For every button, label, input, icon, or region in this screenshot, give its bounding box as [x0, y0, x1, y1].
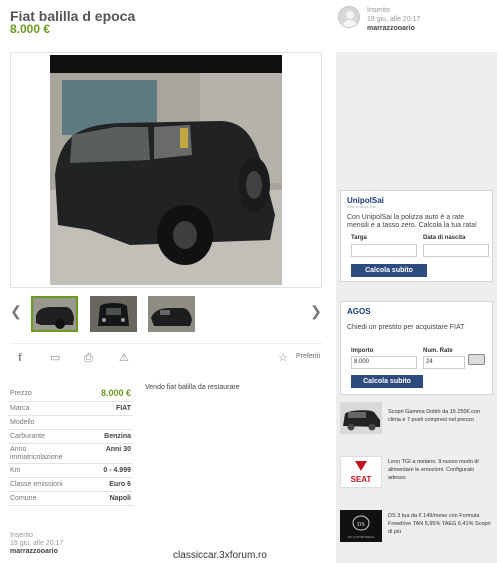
- spec-row: Comune Napoli: [8, 492, 133, 506]
- agos-calculate-button[interactable]: Calcola subito: [351, 375, 423, 388]
- seat-logo-text: SEAT: [351, 475, 372, 484]
- birthdate-input[interactable]: [423, 244, 489, 257]
- warning-icon[interactable]: ⚠: [119, 352, 129, 364]
- watermark: classiccar.3xforum.ro: [130, 549, 310, 563]
- ds-logo[interactable]: DS DS AUTOMOBILES: [340, 510, 382, 542]
- spec-key: Classe emissioni: [10, 481, 63, 488]
- main-photo[interactable]: [50, 55, 282, 285]
- listing-description: Vendo fiat balilla da restaurare: [145, 384, 240, 391]
- targa-input[interactable]: [351, 244, 417, 257]
- spec-key: Prezzo: [10, 390, 32, 397]
- spec-value: FIAT: [115, 405, 131, 412]
- targa-label: Targa: [351, 235, 367, 241]
- seller-username[interactable]: marrazzooario: [367, 24, 420, 33]
- seat-logo[interactable]: SEAT: [340, 456, 382, 488]
- seller-username[interactable]: marrazzooario: [10, 548, 63, 556]
- listing-price: 8.000 €: [10, 22, 51, 36]
- posted-date: 19 giu, alle 20:17: [10, 540, 64, 547]
- spec-value: Anni 30: [105, 446, 131, 453]
- favorite-label[interactable]: Preferiti: [296, 353, 320, 360]
- spec-row: Carburante Benzina: [8, 430, 133, 444]
- ds-logo-text: DS AUTOMOBILES: [348, 535, 374, 539]
- spec-key: Marca: [10, 405, 30, 412]
- promo-ds[interactable]: DS DS AUTOMOBILES DS 3 tua da € 149/mese …: [340, 510, 493, 550]
- thumbnail-2[interactable]: [90, 296, 137, 332]
- spec-row: Anno immatricolazione Anni 30: [8, 444, 133, 464]
- promo-text[interactable]: Leon TGI a metano. Il nuovo modo di alim…: [388, 458, 493, 482]
- spec-value: 0 - 4.999: [103, 467, 131, 474]
- installments-label: Num. Rate: [423, 348, 453, 354]
- spec-key: Modello: [10, 419, 35, 426]
- action-bar: f ▭ ⎙ ⚠ ☆ Preferiti: [10, 343, 322, 371]
- agos-logo: AGOS: [347, 307, 371, 316]
- star-icon[interactable]: ☆: [278, 352, 288, 364]
- amount-input[interactable]: 8.000: [351, 356, 417, 369]
- spec-row: Km 0 - 4.999: [8, 464, 133, 478]
- message-icon[interactable]: ▭: [50, 352, 60, 364]
- avatar[interactable]: [338, 6, 360, 28]
- birthdate-label: Data di nascita: [423, 235, 466, 241]
- spec-key: Km: [10, 467, 21, 474]
- unipol-logo: UnipolSai ASSICURAZIONI: [347, 196, 384, 209]
- posted-label: Inserito: [367, 7, 390, 14]
- unipol-sub: ASSICURAZIONI: [347, 205, 377, 209]
- specs-table: Prezzo 8.000 € Marca FIAT Modello Carbur…: [8, 386, 133, 506]
- spec-row-price: Prezzo 8.000 €: [8, 386, 133, 402]
- print-icon[interactable]: ⎙: [84, 352, 93, 364]
- posted-date: 19 giu, alle 20:17: [367, 16, 421, 23]
- chevron-left-icon[interactable]: ❮: [10, 304, 22, 318]
- facebook-icon[interactable]: f: [18, 352, 22, 364]
- calculator-icon[interactable]: [468, 354, 485, 365]
- promo-car-image[interactable]: [340, 402, 382, 434]
- spec-value: Benzina: [104, 433, 131, 440]
- seller-info-top: Inserito 19 giu, alle 20:17 marrazzooari…: [338, 6, 498, 34]
- svg-text:DS: DS: [357, 522, 365, 528]
- seller-info-bottom: Inserito 19 giu, alle 20:17 marrazzooari…: [10, 532, 63, 556]
- sidebar-ads: UnipolSai ASSICURAZIONI Con UnipolSai la…: [336, 52, 497, 563]
- amount-label: Importo: [351, 348, 374, 354]
- chevron-right-icon[interactable]: ❯: [310, 304, 322, 318]
- spec-row: Marca FIAT: [8, 402, 133, 416]
- agos-ad: AGOS Chiedi un prestito per acquistare F…: [340, 301, 493, 395]
- spec-key: Carburante: [10, 433, 46, 440]
- unipol-brand: UnipolSai: [347, 196, 384, 205]
- unipol-text: Con UnipolSai la polizza auto è a rate m…: [347, 214, 477, 229]
- spec-value: Euro 6: [109, 481, 131, 488]
- thumbnail-3[interactable]: [148, 296, 195, 332]
- spec-row: Classe emissioni Euro 6: [8, 478, 133, 492]
- promo-text[interactable]: DS 3 tua da € 149/mese con Formula Freed…: [388, 512, 493, 536]
- promo-seat[interactable]: SEAT Leon TGI a metano. Il nuovo modo di…: [340, 456, 493, 496]
- promo-doblo[interactable]: Scopri Gamma Doblò da 15.250€ con clima …: [340, 402, 493, 442]
- thumbnail-1[interactable]: [31, 296, 78, 332]
- promo-text[interactable]: Scopri Gamma Doblò da 15.250€ con clima …: [388, 408, 493, 424]
- spec-key: Comune: [10, 495, 37, 502]
- posted-label: Inserito: [10, 532, 33, 539]
- agos-text: Chiedi un prestito per acquistare FIAT: [347, 324, 465, 331]
- installments-select[interactable]: 24: [423, 356, 465, 369]
- unipol-calculate-button[interactable]: Calcola subito: [351, 264, 427, 277]
- spec-key: Anno immatricolazione: [10, 446, 63, 461]
- spec-value: Napoli: [109, 495, 131, 502]
- spec-row: Modello: [8, 416, 133, 430]
- unipol-ad: UnipolSai ASSICURAZIONI Con UnipolSai la…: [340, 190, 493, 282]
- photo-viewer: [10, 52, 322, 288]
- spec-value-price: 8.000 €: [100, 388, 131, 398]
